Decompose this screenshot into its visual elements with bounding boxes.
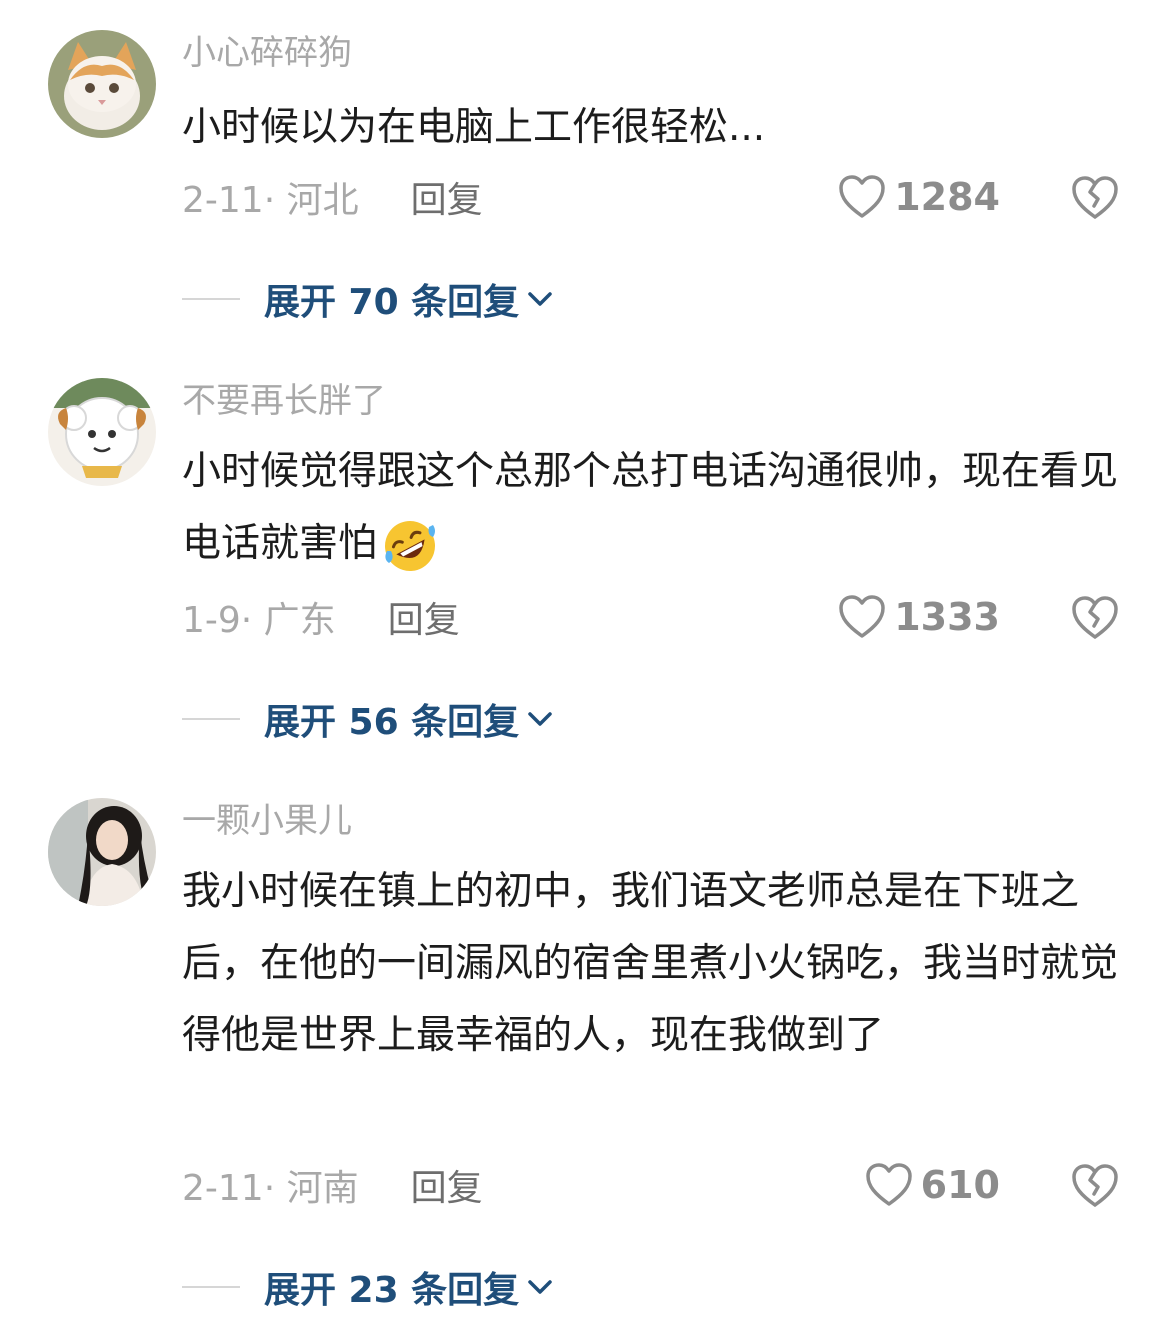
divider-dash (182, 1286, 240, 1288)
expand-replies-button[interactable]: 展开 56 条回复 (182, 694, 555, 744)
avatar[interactable] (48, 798, 156, 906)
comment-text-content: 小时候觉得跟这个总那个总打电话沟通很帅，现在看见电话就害怕 (182, 449, 1119, 566)
broken-heart-icon (1072, 596, 1118, 639)
dislike-button[interactable] (1070, 172, 1120, 222)
sheep-cartoon-avatar-icon (48, 378, 156, 486)
like-count: 610 (920, 1163, 1000, 1207)
heart-icon (839, 175, 885, 218)
comment-meta: 2-11· 河北 回复 (182, 172, 483, 222)
dislike-button[interactable] (1070, 1160, 1120, 1210)
comment-meta: 1-9· 广东 回复 (182, 592, 460, 642)
broken-heart-icon (1072, 176, 1118, 219)
like-button[interactable]: 1333 (838, 592, 1000, 642)
username[interactable]: 不要再长胖了 (182, 378, 386, 424)
chevron-down-icon (528, 292, 552, 306)
comment-text: 小时候觉得跟这个总那个总打电话沟通很帅，现在看见电话就害怕 (182, 436, 1122, 580)
avatar[interactable] (48, 378, 156, 486)
comment-text: 我小时候在镇上的初中，我们语文老师总是在下班之后，在他的一间漏风的宿舍里煮小火锅… (182, 856, 1122, 1072)
heart-icon (865, 1163, 912, 1206)
comment-text-content: 我小时候在镇上的初中，我们语文老师总是在下班之后，在他的一间漏风的宿舍里煮小火锅… (182, 869, 1119, 1058)
date-location: 1-9· 广东 (182, 600, 336, 641)
chevron-down-icon (528, 1280, 552, 1294)
dislike-button[interactable] (1070, 592, 1120, 642)
reply-button[interactable]: 回复 (411, 171, 483, 223)
expand-replies-label: 展开 23 条回复 (264, 1270, 520, 1311)
heart-icon (839, 595, 885, 638)
comment-meta: 2-11· 河南 回复 (182, 1160, 483, 1210)
expand-replies-button[interactable]: 展开 23 条回复 (182, 1262, 555, 1312)
comment-text: 小时候以为在电脑上工作很轻松... (182, 92, 1122, 164)
rolling-on-floor-laughing-emoji-icon (385, 520, 436, 571)
avatar[interactable] (48, 30, 156, 138)
expand-replies-button[interactable]: 展开 70 条回复 (182, 274, 555, 324)
cat-avatar-icon (48, 30, 156, 138)
reply-button[interactable]: 回复 (388, 591, 460, 643)
chevron-down-icon (528, 712, 552, 726)
comment-text-content: 小时候以为在电脑上工作很轻松... (182, 105, 766, 150)
username[interactable]: 一颗小果儿 (182, 798, 352, 844)
broken-heart-icon (1072, 1164, 1118, 1207)
divider-dash (182, 718, 240, 720)
like-count: 1333 (894, 595, 1000, 639)
like-count: 1284 (894, 175, 1000, 219)
girl-photo-avatar-icon (48, 798, 156, 906)
username[interactable]: 小心碎碎狗 (182, 30, 352, 76)
like-button[interactable]: 610 (865, 1160, 1000, 1210)
expand-replies-label: 展开 70 条回复 (264, 282, 520, 323)
date-location: 2-11· 河北 (182, 180, 359, 221)
reply-button[interactable]: 回复 (411, 1159, 483, 1211)
like-button[interactable]: 1284 (838, 172, 1000, 222)
divider-dash (182, 298, 240, 300)
expand-replies-label: 展开 56 条回复 (264, 702, 520, 743)
date-location: 2-11· 河南 (182, 1168, 359, 1209)
